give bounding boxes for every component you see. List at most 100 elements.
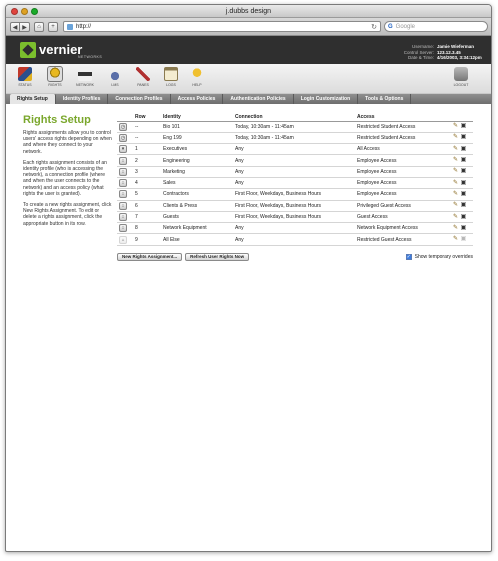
access-cell: Privileged Guest Access [355, 200, 451, 212]
edit-icon[interactable]: ✎ [452, 146, 459, 153]
edit-icon[interactable]: ✎ [452, 157, 459, 164]
access-cell: All Access [355, 143, 451, 156]
trash-icon[interactable]: ▣ [460, 146, 467, 153]
trash-icon[interactable]: ▣ [460, 134, 467, 141]
logout-button[interactable]: LOGOUT [452, 67, 470, 87]
trash-icon[interactable]: ▣ [460, 123, 467, 130]
access-cell: Restricted Student Access [355, 121, 451, 133]
move-up-down-icon[interactable]: ↕ [119, 167, 127, 176]
search-field[interactable]: G Google [384, 21, 488, 32]
move-up-down-icon[interactable]: ↕ [119, 224, 127, 233]
trash-icon[interactable]: ▣ [460, 214, 467, 221]
trash-icon[interactable]: ▣ [460, 202, 467, 209]
zoom-window-button[interactable] [31, 8, 38, 15]
tab-access-policies[interactable]: Access Policies [171, 94, 224, 104]
connection-cell: Today, 10:30am - 11:45am [233, 121, 355, 133]
move-down-icon[interactable]: ▾ [119, 145, 127, 154]
move-up-down-icon[interactable]: ↕ [119, 156, 127, 165]
trash-icon[interactable]: ▣ [460, 157, 467, 164]
trash-icon[interactable]: ▣ [460, 225, 467, 232]
move-up-down-icon[interactable]: ↕ [119, 190, 127, 199]
tab-connection-profiles[interactable]: Connection Profiles [108, 94, 171, 104]
edit-icon[interactable]: ✎ [452, 168, 459, 175]
nav-rights[interactable]: RIGHTS [46, 66, 64, 87]
help-paragraph-3: To create a new rights assignment, click… [23, 202, 112, 227]
identity-cell: All Else [161, 233, 233, 246]
table-actions: New Rights Assignment... Refresh User Ri… [117, 252, 473, 261]
checkbox-checked-icon[interactable]: ✓ [405, 253, 412, 260]
nav-network[interactable]: NETWORK [76, 67, 94, 87]
status-icon [18, 67, 32, 81]
rights-icon [47, 66, 63, 82]
nav-logs[interactable]: LOGS [162, 67, 180, 87]
identity-cell: Contractors [161, 188, 233, 201]
help-paragraph-2: Each rights assignment consists of an id… [23, 159, 107, 197]
move-up-down-icon[interactable]: ↕ [119, 179, 127, 188]
temporary-overrides-toggle[interactable]: ✓ Show temporary overrides [405, 253, 473, 260]
trash-icon[interactable]: ▣ [460, 180, 467, 187]
back-arrow-icon: ◀ [12, 24, 18, 31]
identity-cell: Bio 101 [161, 121, 233, 133]
connection-cell: First Floor, Weekdays, Business Hours [233, 211, 355, 224]
row-number: 3 [133, 166, 161, 178]
trash-icon[interactable]: ▣ [460, 191, 467, 198]
vernier-logo: vernier NETWORKS [20, 42, 102, 59]
row-number: 6 [133, 200, 161, 212]
help-icon [190, 67, 204, 81]
pen-icon [136, 67, 150, 81]
connection-cell: Today, 10:30am - 11:45am [233, 132, 355, 145]
refresh-user-rights-button[interactable]: Refresh User Rights Now [185, 252, 250, 261]
nav-status[interactable]: STATUS [16, 67, 34, 87]
edit-icon[interactable]: ✎ [452, 180, 459, 187]
access-cell: Network Equipment Access [355, 222, 451, 235]
forward-button[interactable]: ▶ [20, 22, 30, 32]
access-header: Access [355, 114, 451, 122]
window-title: j.dubbs design [225, 8, 272, 15]
table-row: ↕ 3 Marketing Any Employee Access ✎ ▣ [117, 166, 473, 178]
tab-rights-setup[interactable]: Rights Setup [10, 94, 56, 104]
edit-icon[interactable]: ✎ [452, 225, 459, 232]
table-header-row: Row Identity Connection Access [117, 114, 473, 122]
access-cell: Guest Access [355, 211, 451, 224]
browser-window: j.dubbs design ◀ ▶ ⌂ + http:// ↻ G Googl… [5, 4, 492, 552]
home-button[interactable]: ⌂ [34, 22, 44, 32]
help-panel: Rights Setup Rights assignments allow yo… [23, 114, 113, 232]
move-up-icon: ▴ [119, 235, 127, 244]
edit-icon[interactable]: ✎ [452, 202, 459, 209]
home-icon: ⌂ [37, 24, 41, 30]
actions-header [451, 114, 473, 122]
identity-cell: Guests [161, 211, 233, 224]
new-rights-assignment-button[interactable]: New Rights Assignment... [117, 252, 183, 261]
nav-lms[interactable]: LMS [106, 67, 124, 87]
edit-icon[interactable]: ✎ [452, 134, 459, 141]
temporary-overrides-label: Show temporary overrides [414, 253, 473, 260]
close-window-button[interactable] [11, 8, 18, 15]
edit-icon[interactable]: ✎ [452, 214, 459, 221]
brand-subtitle: NETWORKS [78, 55, 103, 59]
tab-authentication-policies[interactable]: Authentication Policies [223, 94, 294, 104]
edit-icon[interactable]: ✎ [452, 236, 459, 243]
minimize-window-button[interactable] [21, 8, 28, 15]
address-bar[interactable]: http:// ↻ [63, 21, 381, 32]
tab-tools-options[interactable]: Tools & Options [358, 94, 412, 104]
add-bookmark-button[interactable]: + [48, 22, 58, 32]
tab-identity-profiles[interactable]: Identity Profiles [56, 94, 109, 104]
row-number: 4 [133, 177, 161, 190]
identity-cell: Marketing [161, 166, 233, 178]
move-up-down-icon[interactable]: ↕ [119, 201, 127, 210]
identity-cell: Clients & Press [161, 200, 233, 212]
edit-icon[interactable]: ✎ [452, 191, 459, 198]
back-button[interactable]: ◀ [10, 22, 20, 32]
tab-login-customization[interactable]: Login Customization [294, 94, 359, 104]
nav-help-label: HELP [192, 83, 202, 87]
nav-help[interactable]: HELP [188, 67, 206, 87]
nav-network-label: NETWORK [76, 83, 94, 87]
move-up-down-icon[interactable]: ↕ [119, 213, 127, 222]
connection-cell: Any [233, 233, 355, 246]
reload-icon[interactable]: ↻ [371, 23, 377, 31]
trash-icon: ▣ [460, 236, 467, 243]
edit-icon[interactable]: ✎ [452, 123, 459, 130]
row-number: 2 [133, 154, 161, 167]
nav-panes[interactable]: PANES [134, 67, 152, 87]
trash-icon[interactable]: ▣ [460, 168, 467, 175]
